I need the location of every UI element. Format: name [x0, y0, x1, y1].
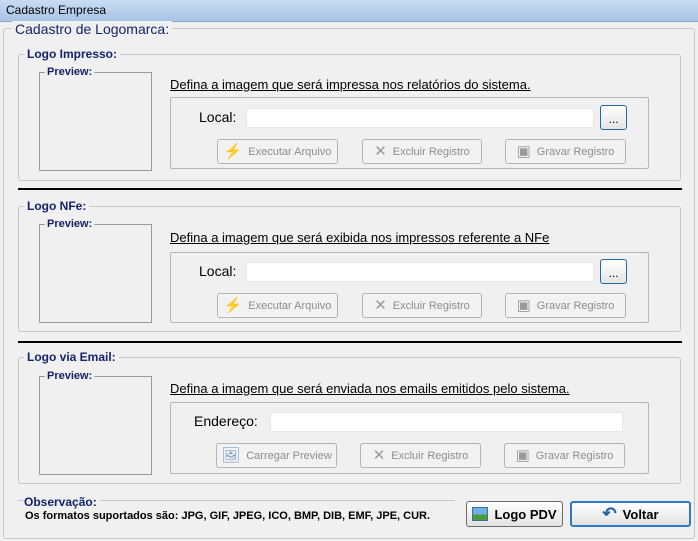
button-label: Excluir Registro	[391, 449, 469, 462]
undo-arrow-icon: ↶	[602, 504, 617, 523]
gravar-registro-button[interactable]: ▣ Gravar Registro	[505, 139, 626, 164]
preview-label: Preview:	[45, 66, 95, 78]
preview-logo-email: Preview:	[39, 370, 152, 475]
button-label: Gravar Registro	[536, 145, 615, 158]
separator	[18, 188, 682, 190]
browse-button[interactable]: ...	[600, 259, 627, 284]
save-icon: ▣	[515, 447, 530, 464]
local-input[interactable]	[246, 262, 594, 282]
button-label: Excluir Registro	[392, 299, 470, 312]
picture-icon	[472, 507, 489, 521]
excluir-registro-button[interactable]: ✕ Excluir Registro	[362, 293, 482, 318]
observacao-title: Observação:	[24, 495, 100, 509]
button-label: Logo PDV	[494, 506, 557, 522]
endereco-input[interactable]	[270, 412, 623, 432]
x-icon: ✕	[374, 143, 387, 160]
local-label: Local:	[199, 109, 237, 125]
lightning-icon: ⚡	[223, 297, 243, 314]
carregar-preview-button[interactable]: 🖼 Carregar Preview	[216, 443, 337, 468]
browse-button[interactable]: ...	[600, 105, 627, 130]
x-icon: ✕	[372, 447, 386, 464]
excluir-registro-button[interactable]: ✕ Excluir Registro	[360, 443, 481, 468]
button-label: Executar Arquivo	[248, 299, 332, 312]
endereco-label: Endereço:	[194, 413, 258, 429]
group-title: Logo via Email:	[24, 350, 119, 364]
section-heading: Defina a imagem que será enviada nos ema…	[170, 381, 570, 396]
executar-arquivo-button[interactable]: ⚡ Executar Arquivo	[217, 293, 338, 318]
section-heading: Defina a imagem que será impressa nos re…	[170, 77, 531, 92]
button-label: Carregar Preview	[246, 449, 332, 462]
preview-label: Preview:	[45, 218, 95, 230]
local-input[interactable]	[246, 108, 594, 128]
logo-pdv-button[interactable]: Logo PDV	[466, 501, 563, 527]
x-icon: ✕	[374, 297, 387, 314]
group-title: Logo Impresso:	[24, 47, 121, 61]
excluir-registro-button[interactable]: ✕ Excluir Registro	[362, 139, 482, 164]
observacao-text: Os formatos suportados são: JPG, GIF, JP…	[25, 510, 431, 522]
image-load-icon: 🖼	[221, 447, 241, 464]
button-label: Executar Arquivo	[248, 145, 332, 158]
gravar-registro-button[interactable]: ▣ Gravar Registro	[505, 293, 626, 318]
preview-logo-impresso: Preview:	[39, 66, 152, 171]
voltar-button[interactable]: ↶ Voltar	[570, 501, 691, 527]
local-label: Local:	[199, 263, 237, 279]
preview-logo-nfe: Preview:	[39, 218, 152, 323]
lightning-icon: ⚡	[223, 143, 243, 160]
section-heading: Defina a imagem que será exibida nos imp…	[170, 230, 550, 245]
executar-arquivo-button[interactable]: ⚡ Executar Arquivo	[217, 139, 338, 164]
separator	[18, 341, 682, 343]
button-label: Excluir Registro	[392, 145, 470, 158]
button-label: Gravar Registro	[535, 449, 614, 462]
button-label: Voltar	[622, 506, 659, 522]
save-icon: ▣	[516, 143, 531, 160]
button-label: Gravar Registro	[536, 299, 615, 312]
save-icon: ▣	[516, 297, 531, 314]
preview-label: Preview:	[45, 370, 95, 382]
gravar-registro-button[interactable]: ▣ Gravar Registro	[504, 443, 625, 468]
window-titlebar: Cadastro Empresa	[0, 0, 698, 22]
panel-title: Cadastro de Logomarca:	[12, 21, 173, 37]
window-title: Cadastro Empresa	[6, 3, 107, 17]
group-title: Logo NFe:	[24, 199, 90, 213]
